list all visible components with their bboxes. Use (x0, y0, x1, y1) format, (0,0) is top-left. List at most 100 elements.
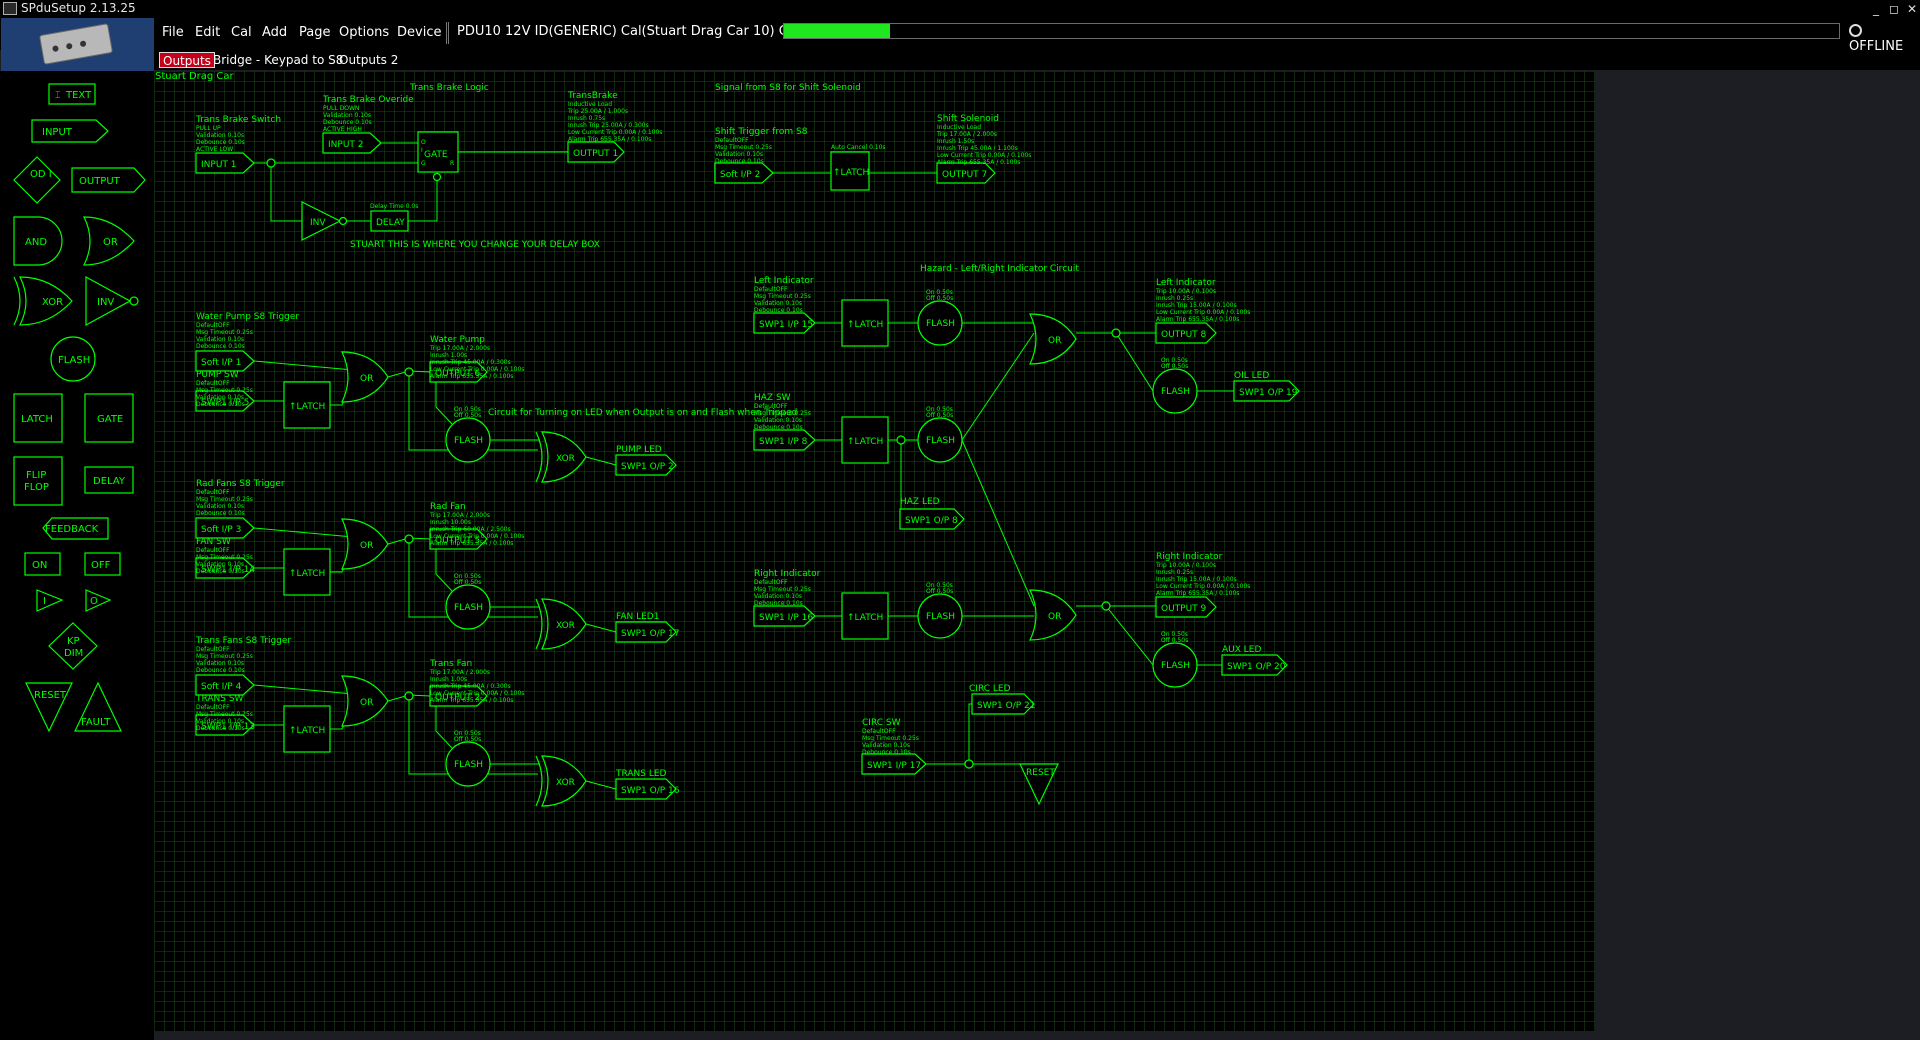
pump-or-label: OR (360, 374, 373, 384)
soft-ip-2-label: Soft I/P 2 (720, 170, 760, 180)
palette-output[interactable]: OUTPUT (71, 167, 146, 193)
left-ind-info-title: Left Indicator (754, 276, 814, 286)
menu-file[interactable]: File (162, 25, 184, 40)
fan-led-title: FAN LED1 (616, 612, 659, 622)
input-2-label: INPUT 2 (328, 140, 364, 150)
junction-dot (404, 367, 414, 377)
haz-ind-info-detail: DefaultOFF (754, 403, 788, 410)
tab-outputs[interactable]: Outputs (159, 52, 215, 68)
component-palette: ⌶ TEXT INPUT OD I OUTPUT AND OR XOR INV F… (0, 71, 154, 1040)
output1-info-detail: Trip 25.00A / 1.000s (567, 108, 628, 115)
palette-feedback[interactable]: FEEDBACK (42, 517, 109, 540)
left-hz-latch-label: ↑LATCH (847, 320, 883, 330)
palette-xor[interactable]: XOR (13, 276, 73, 326)
junction-dot (1111, 328, 1121, 338)
pump-swp1-ip-label: SWP1 I/P 5 (201, 398, 249, 408)
tab-bridge[interactable]: Bridge - Keypad to S8 (210, 52, 346, 68)
input1-info-detail: ACTIVE LOW (196, 146, 233, 153)
palette-off[interactable]: OFF (84, 552, 121, 576)
trans-flash-off: Off 0.50s (454, 736, 481, 743)
svg-text:INPUT: INPUT (42, 127, 73, 138)
trans-output-info-detail: Trip 17.00A / 2.000s (429, 669, 490, 676)
status-circle-icon (1849, 24, 1862, 37)
page-tabs (154, 50, 1920, 70)
right-ind-info-title: Right Indicator (754, 569, 821, 579)
palette-latch[interactable]: LATCH (13, 393, 63, 443)
palette-gate[interactable]: GATE (84, 393, 134, 443)
palette-delay[interactable]: DELAY (84, 466, 134, 494)
junction-dot (266, 158, 276, 168)
menu-add[interactable]: Add (262, 25, 287, 40)
haz-ip-label: SWP1 I/P 8 (759, 437, 808, 447)
maximize-button[interactable]: ◻ (1884, 0, 1904, 18)
trans-swp1-ip-label: SWP1 I/P 13 (201, 722, 255, 732)
fan-soft-ip-label: Soft I/P 3 (201, 525, 241, 535)
fan-sw-info-detail: DefaultOFF (196, 547, 230, 554)
output7-info-detail: Alarm Trip 655.35A / 0.100s (937, 159, 1020, 166)
close-button[interactable]: ✕ (1902, 0, 1920, 18)
device-info: PDU10 12V ID(GENERIC) Cal(Stuart Drag Ca… (457, 24, 827, 39)
palette-text[interactable]: ⌶ TEXT (48, 83, 96, 105)
empty-panel (1595, 71, 1920, 1040)
output1-info-title: TransBrake (567, 91, 618, 101)
svg-text:KP: KP (67, 636, 80, 647)
trans-s8-info-title: Trans Fans S8 Trigger (195, 636, 291, 646)
pdu-device-icon (38, 23, 114, 65)
trans-or-label: OR (360, 698, 373, 708)
fan-output-label: OUTPUT 5 (435, 536, 480, 546)
palette-flip-flop[interactable]: FLIPFLOP (13, 456, 63, 506)
fan-swp1-ip-label: SWP1 I/P 14 (201, 565, 255, 575)
palette-constant-i[interactable]: I (36, 589, 64, 612)
svg-text:FAULT: FAULT (81, 717, 111, 728)
fan-output-info-detail: Inrush Trip 60.00A / 2.500s (430, 526, 511, 533)
pump-flash-off: Off 0.50s (454, 412, 481, 419)
output-7-label: OUTPUT 7 (942, 170, 987, 180)
palette-inv[interactable]: INV (85, 275, 139, 327)
pump-output-info-detail: Inrush 1.00s (430, 352, 467, 359)
svg-text:OFF: OFF (91, 560, 111, 571)
menu-cal[interactable]: Cal (231, 25, 252, 40)
circ-info-title: CIRC SW (862, 718, 901, 728)
pump-flash-label: FLASH (454, 436, 483, 446)
menu-options[interactable]: Options (339, 25, 389, 40)
menu-edit[interactable]: Edit (195, 25, 220, 40)
palette-on[interactable]: ON (24, 552, 61, 576)
minimize-button[interactable]: _ (1866, 0, 1886, 18)
pump-sw-info-detail: DefaultOFF (196, 380, 230, 387)
haz-hz-flash-label: FLASH (926, 436, 955, 446)
output9-info-title: Right Indicator (1156, 552, 1223, 562)
tab-outputs-2[interactable]: Outputs 2 (336, 52, 401, 68)
palette-constant-o[interactable]: O (85, 589, 112, 612)
softip2-info-detail: Msg Timeout 0.25s (715, 144, 772, 151)
palette-flash[interactable]: FLASH (50, 336, 96, 382)
fan-or-label: OR (360, 541, 373, 551)
palette-fault[interactable]: FAULT (74, 681, 122, 732)
svg-text:FLASH: FLASH (58, 355, 90, 366)
output7-info-title: Shift Solenoid (937, 114, 999, 124)
oil-flash-off: Off 0.50s (1161, 363, 1188, 370)
fan-flash-off: Off 0.50s (454, 579, 481, 586)
output1-info-detail: Alarm Trip 655.35A / 0.100s (568, 136, 651, 143)
palette-kp-dim[interactable]: KPDIM (48, 622, 98, 670)
palette-and[interactable]: AND (13, 216, 63, 266)
pump-sw-info-title: PUMP SW (196, 370, 239, 380)
logic-canvas[interactable]: Trans Brake Logic Signal from S8 for Shif… (154, 71, 1595, 1031)
aux-led-output-label: SWP1 O/P 20 (1227, 662, 1286, 672)
svg-text:GATE: GATE (97, 414, 123, 425)
inv-label: INV (310, 218, 326, 228)
menu-page[interactable]: Page (299, 25, 330, 40)
device-logo (1, 18, 154, 71)
palette-input[interactable]: INPUT (31, 119, 109, 143)
right-hz-flash-label: FLASH (926, 612, 955, 622)
svg-text:XOR: XOR (42, 297, 63, 308)
trans-output-info-detail: Inrush Trip 45.00A / 0.300s (430, 683, 511, 690)
fan-sw-info-title: FAN SW (196, 537, 231, 547)
palette-reset[interactable]: RESET (25, 682, 73, 733)
softip2-info-detail: Debounce 0.10s (715, 158, 764, 165)
palette-or[interactable]: OR (83, 216, 135, 266)
menu-device[interactable]: Device (397, 25, 441, 40)
haz-led-output-label: SWP1 O/P 8 (905, 516, 958, 526)
palette-od-input[interactable]: OD I (13, 156, 61, 204)
circ-info-detail: Validation 0.10s (862, 742, 910, 749)
output1-info-detail: Inrush Trip 25.00A / 0.300s (568, 122, 649, 129)
